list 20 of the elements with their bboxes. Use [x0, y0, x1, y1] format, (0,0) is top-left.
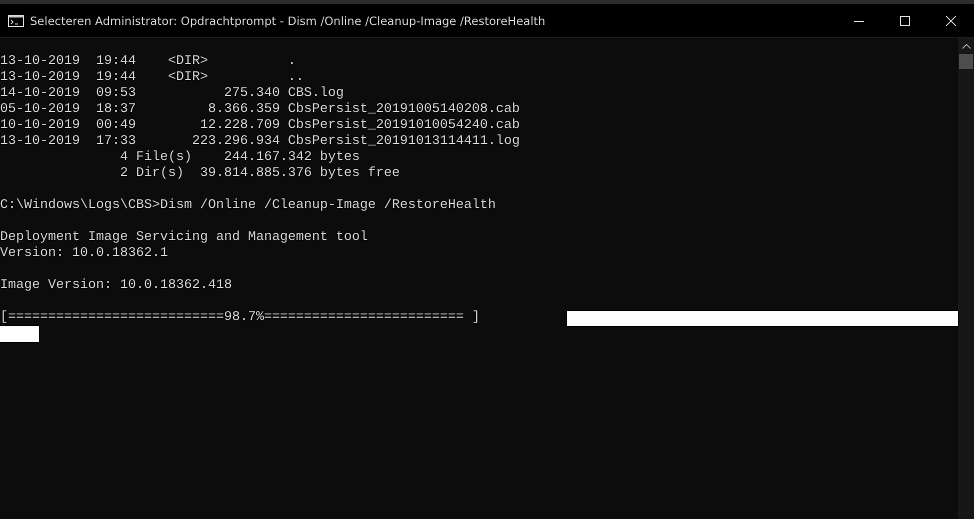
console-line: 13-10-2019 19:44 <DIR> .. [0, 70, 305, 86]
console-line: 10-10-2019 00:49 12.228.709 CbsPersist_20191010054240.cab [0, 118, 521, 134]
console-line: 2 Dir(s) 39.814.885.376 bytes free [118, 166, 401, 182]
scroll-up-icon[interactable] [962, 44, 970, 49]
console-line: 05-10-2019 18:37 8.366.359 CbsPersist_20191005140208.cab [0, 102, 521, 118]
console-line: Image Version: 10.0.18362.418 [0, 278, 233, 294]
console-line: Deployment Image Servicing and Management tool [0, 230, 369, 246]
cursor-block [0, 326, 39, 342]
console-app-icon [8, 14, 24, 26]
console-line: 13-10-2019 17:33 223.296.934 CbsPersist_20191013114411.log [0, 134, 521, 150]
scrollbar-thumb[interactable] [959, 54, 973, 69]
maximize-icon [900, 16, 910, 26]
console-line: 14-10-2019 09:53 275.340 CBS.log [0, 86, 345, 102]
console-line: Version: 10.0.18362.1 [0, 246, 169, 262]
progress-line: [===========================98.7%========================= ] [0, 310, 480, 326]
window-title: Selecteren Administrator: Opdrachtprompt - Dism /Online /Cleanup-Image /RestoreHealth [30, 14, 546, 28]
console-line: 13-10-2019 19:44 <DIR> . [0, 54, 297, 70]
console-line: C:\Windows\Logs\CBS>Dism /Online /Cleanup-Image /RestoreHealth [0, 198, 497, 214]
close-icon [946, 16, 956, 26]
console-line: 4 File(s) 244.167.342 bytes [118, 150, 361, 166]
